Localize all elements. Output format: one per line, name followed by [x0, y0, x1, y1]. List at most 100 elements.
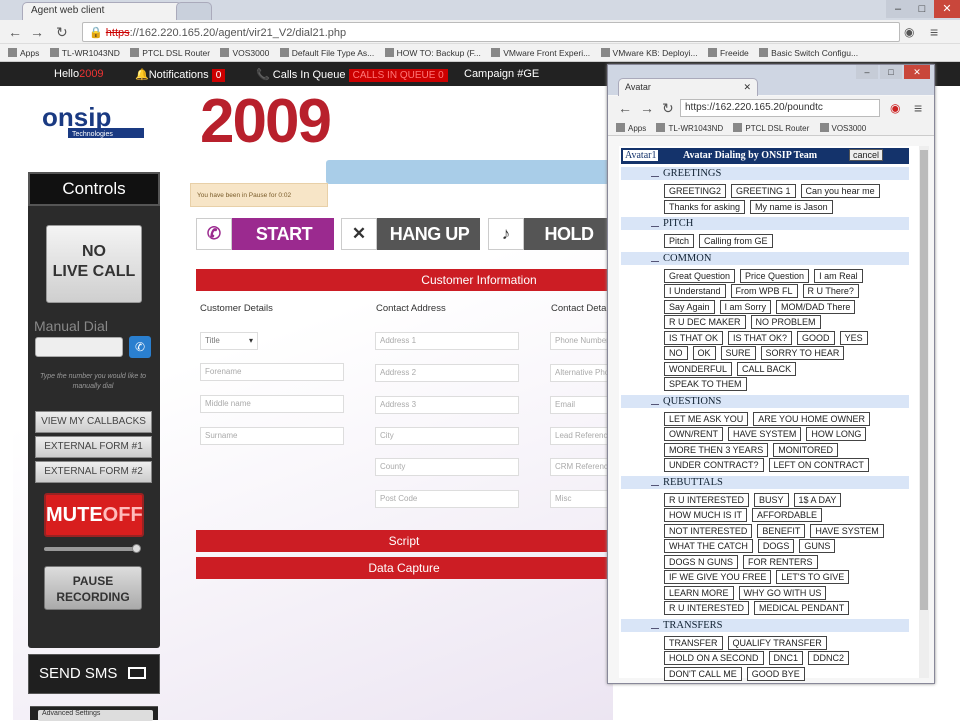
phrase-button[interactable]: BUSY — [754, 492, 789, 507]
collapse-icon[interactable] — [651, 221, 659, 227]
collapse-icon[interactable] — [651, 399, 659, 405]
phrase-button[interactable]: HAVE SYSTEM — [810, 523, 884, 538]
phrase-button[interactable]: R U INTERESTED — [664, 601, 750, 615]
email-input[interactable]: Email — [550, 396, 608, 414]
calls-in-queue[interactable]: 📞 Calls In Queue CALLS IN QUEUE 0 — [256, 68, 448, 82]
bookmark-item[interactable]: HOW TO: Backup (F... — [384, 48, 481, 58]
collapse-icon[interactable] — [651, 623, 659, 629]
minimize-icon[interactable]: – — [886, 0, 910, 18]
phrase-button[interactable]: LEFT ON CONTRACT — [768, 458, 869, 472]
bookmark-item[interactable]: Freeide — [707, 48, 749, 58]
misc-input[interactable]: Misc — [550, 490, 608, 508]
bookmark-item[interactable]: VOS3000 — [220, 48, 269, 58]
address-1-input[interactable]: Address 1 — [375, 332, 519, 350]
phrase-button[interactable]: Calling from GE — [699, 234, 773, 248]
popup-scroll-thumb[interactable] — [920, 150, 928, 610]
phrase-button[interactable]: IS THAT OK? — [728, 330, 793, 345]
phrase-button[interactable]: GREETING 1 — [731, 184, 796, 198]
start-calls-button[interactable]: ✆ START CALLS — [196, 218, 334, 276]
bookmark-item[interactable]: Basic Switch Configu... — [759, 48, 858, 58]
phrase-button[interactable]: GREETING2 — [664, 184, 727, 198]
cancel-button[interactable]: cancel — [849, 149, 884, 161]
manual-dial-input[interactable] — [35, 337, 123, 357]
hold-button[interactable]: ♪ HOLD — [488, 218, 612, 250]
bookmark-item[interactable]: TL-WR1043ND — [656, 123, 723, 133]
bookmark-item[interactable]: VMware Front Experi... — [491, 48, 590, 58]
phrase-button[interactable]: I am Sorry — [719, 299, 772, 314]
bookmark-item[interactable]: VOS3000 — [819, 123, 866, 133]
hang-up-button[interactable]: ✕ HANG UP — [341, 218, 480, 250]
phrase-button[interactable]: QUALIFY TRANSFER — [727, 635, 827, 650]
phrase-button[interactable]: I Understand — [664, 284, 726, 298]
extension-icon[interactable]: ◉ — [904, 23, 914, 41]
phrase-button[interactable]: R U INTERESTED — [664, 492, 750, 507]
phrase-button[interactable]: Great Question — [664, 268, 736, 283]
browser-tab-new[interactable] — [176, 2, 212, 20]
alt-phone-input[interactable]: Alternative Phone — [550, 364, 608, 382]
phrase-button[interactable]: MEDICAL PENDANT — [754, 601, 850, 615]
phrase-button[interactable]: HAVE SYSTEM — [728, 427, 802, 441]
phrase-button[interactable]: SPEAK TO THEM — [664, 377, 747, 391]
phrase-button[interactable]: ARE YOU HOME OWNER — [753, 411, 871, 426]
surname-input[interactable]: Surname — [200, 427, 344, 445]
browser-tab-agent[interactable]: Agent web client — [22, 2, 182, 20]
phrase-button[interactable]: From WPB FL — [730, 284, 798, 298]
phrase-button[interactable]: Price Question — [740, 268, 810, 283]
popup-tab[interactable]: Avatar ✕ — [618, 78, 758, 96]
phrase-button[interactable]: AFFORDABLE — [752, 508, 823, 522]
phrase-button[interactable]: MORE THEN 3 YEARS — [664, 442, 769, 457]
bookmark-item[interactable]: PTCL DSL Router — [130, 48, 210, 58]
phrase-button[interactable]: OK — [692, 346, 716, 360]
phrase-button[interactable]: WHAT THE CATCH — [664, 539, 753, 553]
phrase-button[interactable]: MOM/DAD There — [776, 299, 856, 314]
phrase-button[interactable]: NO — [664, 346, 688, 360]
popup-close-icon[interactable]: ✕ — [904, 65, 930, 79]
menu-icon[interactable]: ≡ — [914, 99, 922, 117]
phrase-button[interactable]: TRANSFER — [664, 635, 723, 650]
phrase-button[interactable]: GUNS — [799, 539, 836, 553]
collapse-icon[interactable] — [651, 256, 659, 262]
popup-maximize-icon[interactable]: □ — [880, 65, 902, 79]
campaign-label[interactable]: Campaign #GE — [464, 68, 539, 80]
popup-url-bar[interactable]: https://162.220.165.20/poundtc — [680, 99, 880, 117]
phrase-button[interactable]: Pitch — [664, 234, 695, 248]
phrase-button[interactable]: My name is Jason — [750, 199, 833, 214]
lead-reference-input[interactable]: Lead Reference — [550, 427, 608, 445]
phrase-button[interactable]: I am Real — [814, 268, 863, 283]
phrase-button[interactable]: Thanks for asking — [664, 199, 746, 214]
address-3-input[interactable]: Address 3 — [375, 396, 519, 414]
phrase-button[interactable]: Can you hear me — [800, 184, 880, 198]
phrase-button[interactable]: IS THAT OK — [664, 330, 724, 345]
no-live-call-button[interactable]: NO LIVE CALL — [46, 225, 142, 303]
phrase-button[interactable]: R U DEC MAKER — [664, 315, 746, 329]
close-icon[interactable]: ✕ — [934, 0, 960, 18]
external-form-1-button[interactable]: EXTERNAL FORM #1 — [35, 436, 152, 458]
dial-phone-icon[interactable]: ✆ — [129, 336, 151, 358]
phrase-button[interactable]: WHY GO WITH US — [738, 585, 827, 600]
phrase-button[interactable]: R U There? — [802, 284, 859, 298]
data-capture-bar[interactable]: Data Capture — [196, 557, 612, 579]
back-icon[interactable]: ← — [618, 99, 632, 117]
phrase-button[interactable]: GOOD BYE — [746, 666, 805, 681]
phrase-button[interactable]: OWN/RENT — [664, 427, 723, 441]
phrase-button[interactable]: NOT INTERESTED — [664, 523, 753, 538]
external-form-2-button[interactable]: EXTERNAL FORM #2 — [35, 461, 152, 483]
volume-slider-track[interactable] — [44, 547, 138, 551]
view-callbacks-button[interactable]: VIEW MY CALLBACKS — [35, 411, 152, 433]
mute-button[interactable]: MUTEOFF — [44, 493, 144, 537]
phrase-button[interactable]: BENEFIT — [757, 523, 806, 538]
notifications-link[interactable]: 🔔Notifications 0 — [135, 68, 226, 82]
address-2-input[interactable]: Address 2 — [375, 364, 519, 382]
script-bar[interactable]: Script — [196, 530, 612, 552]
phrase-button[interactable]: GOOD — [797, 330, 835, 345]
url-bar[interactable]: 🔒 https://162.220.165.20/agent/vir21_V2/… — [82, 22, 900, 42]
phrase-button[interactable]: LEARN MORE — [664, 585, 734, 600]
bookmark-item[interactable]: VMware KB: Deployi... — [600, 48, 698, 58]
forename-input[interactable]: Forename — [200, 363, 344, 381]
phrase-button[interactable]: SURE — [720, 346, 756, 360]
reload-icon[interactable]: ↻ — [662, 99, 674, 117]
phrase-button[interactable]: NO PROBLEM — [750, 315, 821, 329]
maximize-icon[interactable]: □ — [910, 0, 934, 18]
phrase-button[interactable]: LET'S TO GIVE — [776, 570, 850, 584]
reload-icon[interactable]: ↻ — [56, 23, 68, 41]
